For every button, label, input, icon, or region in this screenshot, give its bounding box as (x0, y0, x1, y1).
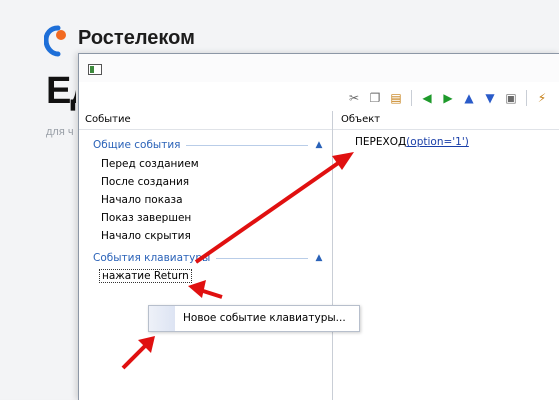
list-item[interactable]: Перед созданием (101, 158, 199, 170)
group-keyboard-events[interactable]: События клавиатуры ▲ (93, 251, 324, 265)
group-title: События клавиатуры (93, 252, 211, 264)
action-link[interactable]: ПЕРЕХОД(option='1') (355, 136, 469, 148)
toolbar-separator (526, 90, 527, 106)
cut-icon[interactable]: ✂ (346, 90, 362, 106)
action-icon[interactable]: ⚡ (534, 90, 550, 106)
arrow-right-icon[interactable]: ▶ (440, 90, 456, 106)
event-editor-dialog: ✂ ❐ ▤ ◀ ▶ ▲ ▼ ▣ ⚡ Событие Общие события … (78, 53, 559, 400)
group-title: Общие события (93, 139, 181, 151)
list-item[interactable]: Показ завершен (101, 212, 191, 224)
arrow-left-icon[interactable]: ◀ (419, 90, 435, 106)
action-param[interactable]: (option='1') (406, 136, 469, 148)
action-name: ПЕРЕХОД (355, 136, 407, 148)
copy-icon[interactable]: ❐ (367, 90, 383, 106)
page-heading: Ед (46, 70, 76, 112)
context-menu: Новое событие клавиатуры... (148, 305, 360, 332)
list-item[interactable]: После создания (101, 176, 189, 188)
page-subtext: для ч (46, 126, 74, 138)
toolbar-separator (411, 90, 412, 106)
event-column-header: Событие (79, 111, 332, 130)
window-icon (88, 64, 102, 75)
arrow-up-icon[interactable]: ▲ (461, 90, 477, 106)
event-list-panel: Событие Общие события ▲ Перед созданием … (79, 111, 333, 400)
chevron-up-icon[interactable]: ▲ (314, 140, 324, 150)
paste-icon[interactable]: ▤ (388, 90, 404, 106)
properties-icon[interactable]: ▣ (503, 90, 519, 106)
object-column-header: Объект (333, 111, 559, 130)
list-item-selected[interactable]: нажатие Return (99, 269, 192, 283)
toolbar: ✂ ❐ ▤ ◀ ▶ ▲ ▼ ▣ ⚡ (79, 87, 559, 109)
list-item[interactable]: Начало показа (101, 194, 183, 206)
chevron-up-icon[interactable]: ▲ (314, 253, 324, 263)
rostelecom-logo-icon (44, 25, 66, 57)
menu-icon-column (149, 306, 175, 331)
new-keyboard-event-menu-item[interactable]: Новое событие клавиатуры... (183, 312, 346, 324)
dialog-titlebar[interactable] (79, 54, 559, 82)
arrow-down-icon[interactable]: ▼ (482, 90, 498, 106)
group-general-events[interactable]: Общие события ▲ (93, 138, 324, 152)
brand-name: Ростелеком (78, 27, 195, 49)
object-panel: Объект ПЕРЕХОД(option='1') (333, 111, 559, 400)
list-item[interactable]: Начало скрытия (101, 230, 191, 242)
